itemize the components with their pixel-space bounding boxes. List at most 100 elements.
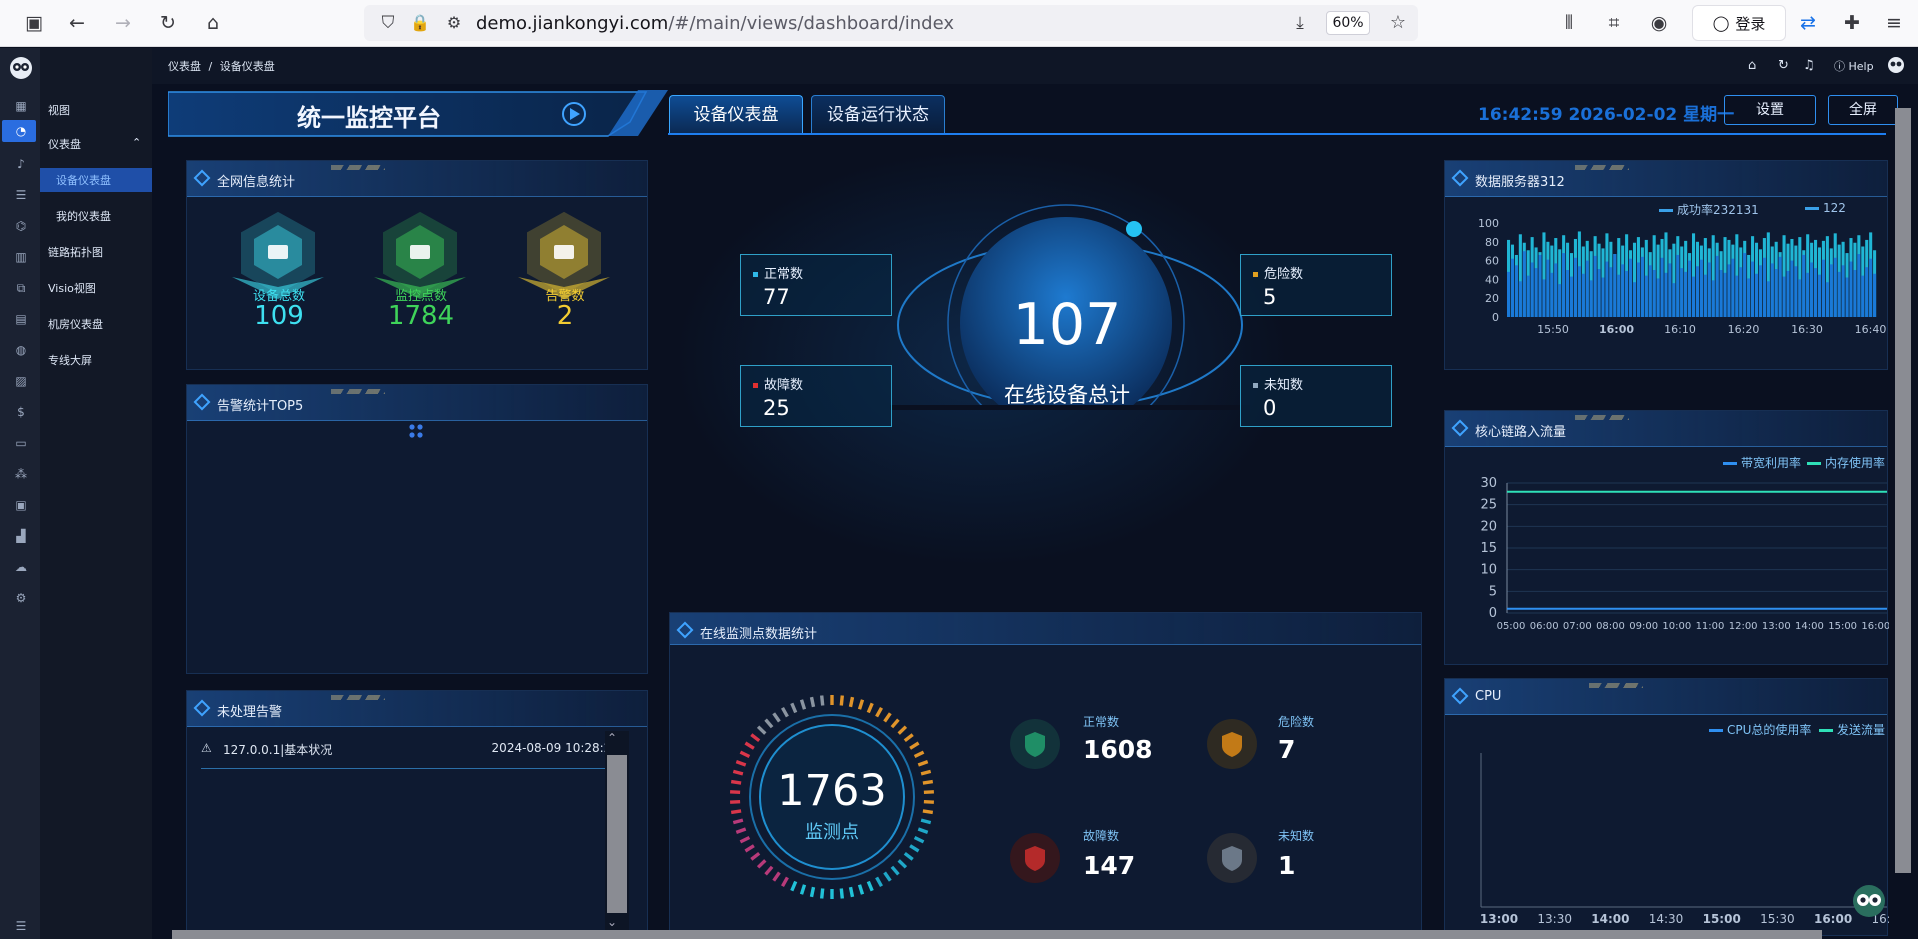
bar-series2	[1845, 277, 1849, 317]
site-settings-icon[interactable]: ⚙	[440, 9, 468, 37]
legend-bandwidth[interactable]: 带宽利用率	[1723, 454, 1801, 471]
legend-label: 发送流量	[1837, 723, 1886, 737]
sidebar-item-1[interactable]: 仪表盘	[48, 136, 81, 152]
scroll-thumb[interactable]	[607, 755, 627, 913]
legend-send-traffic[interactable]: 发送流量	[1819, 721, 1885, 738]
diamond-icon	[676, 621, 694, 639]
hamburger-menu-icon[interactable]: ≡	[1880, 9, 1908, 37]
list-icon[interactable]: ☰	[13, 187, 29, 203]
scroll-up-icon[interactable]: ⌃	[607, 731, 617, 745]
sidebar-item-6[interactable]: 机房仪表盘	[48, 316, 103, 332]
document-icon[interactable]: ▤	[13, 311, 29, 327]
x-tick-label: 15:30	[1760, 912, 1795, 926]
bar-series2	[1593, 255, 1597, 317]
legend-success-rate[interactable]: 成功率232131	[1659, 201, 1759, 218]
danger-label: 危险数	[1264, 267, 1304, 282]
page-vertical-scrollbar[interactable]	[1895, 108, 1911, 873]
sidebar-item-7[interactable]: 专线大屏	[48, 352, 92, 368]
bar-series2	[1680, 268, 1684, 317]
library-icon[interactable]: ⫴	[1555, 9, 1583, 37]
stats-icon[interactable]: ▟	[13, 528, 29, 544]
alarm-top5-panel: 告警统计TOP5	[186, 384, 648, 674]
bar-series2	[1605, 261, 1609, 317]
sync-icon[interactable]: ⇄	[1794, 9, 1822, 37]
assistant-owl-icon[interactable]	[1852, 884, 1886, 918]
download-icon[interactable]: ⤓	[1286, 9, 1314, 37]
bar-series2	[1731, 258, 1735, 317]
scroll-down-icon[interactable]: ⌄	[607, 915, 617, 929]
y-tick-label: 60	[1485, 255, 1499, 268]
home-header-icon[interactable]: ⌂	[1748, 58, 1756, 73]
forward-icon[interactable]: →	[109, 9, 137, 37]
sidebar-item-0[interactable]: 视图	[48, 102, 70, 118]
dollar-icon[interactable]: $	[13, 404, 29, 420]
refresh-header-icon[interactable]: ↻	[1778, 58, 1789, 73]
panel-title: 告警统计TOP5	[217, 399, 304, 414]
cloud-icon[interactable]: ☁	[13, 559, 29, 575]
bar-series2	[1692, 276, 1696, 317]
reload-icon[interactable]: ↻	[154, 9, 182, 37]
points-unknown-label: 未知数	[1278, 829, 1315, 843]
settings-button[interactable]: 设置	[1724, 95, 1816, 125]
bar-series2	[1613, 254, 1617, 317]
settings-gear-icon[interactable]: ⚙	[13, 590, 29, 606]
table-row[interactable]: ⚠ 127.0.0.1|基本状况 2024-08-09 10:28:26	[201, 741, 619, 769]
loading-spinner-icon	[409, 424, 423, 438]
legend-122[interactable]: 122	[1805, 201, 1846, 215]
screenshot-icon[interactable]: ⌗	[1600, 9, 1628, 37]
help-link[interactable]: ⓘ Help	[1834, 58, 1874, 74]
cluster-icon[interactable]: ⁂	[13, 466, 29, 482]
unhandled-alarm-panel: 未处理告警 ⚠ 127.0.0.1|基本状况 2024-08-09 10:28:…	[186, 690, 648, 935]
legend-swatch	[1709, 729, 1723, 732]
bar-series2	[1550, 272, 1554, 317]
normal-value: 77	[763, 285, 790, 309]
alarm-list-scrollbar[interactable]: ⌃ ⌄	[605, 731, 629, 931]
back-icon[interactable]: ←	[63, 9, 91, 37]
pie-chart-icon[interactable]: ◔	[13, 123, 29, 139]
sidebar-toggle-icon[interactable]: ▣	[20, 9, 48, 37]
y-tick-label: 10	[1480, 563, 1497, 578]
legend-memory[interactable]: 内存使用率	[1807, 454, 1885, 471]
submenu-caret-icon[interactable]: ⌃	[132, 136, 141, 149]
bell-icon[interactable]: ♪	[13, 156, 29, 172]
collapse-menu-icon[interactable]: ☰	[13, 918, 29, 934]
alarm-time: 2024-08-09 10:28:26	[491, 741, 619, 755]
address-bar[interactable]: ⛉ 🔒 ⚙ demo.jiankongyi.com/#/main/views/d…	[364, 5, 1418, 41]
x-tick-label: 16:00	[1599, 323, 1634, 336]
zoom-level[interactable]: 60%	[1326, 11, 1370, 35]
user-avatar[interactable]	[1887, 56, 1905, 74]
bar-series2	[1538, 254, 1542, 317]
building-icon[interactable]: ▨	[13, 373, 29, 389]
sidebar-item-4[interactable]: 链路拓扑图	[48, 244, 103, 260]
breadcrumb-dashboard[interactable]: 仪表盘	[168, 60, 201, 73]
home-icon[interactable]: ⌂	[199, 9, 227, 37]
y-tick-label: 5	[1489, 584, 1497, 599]
sidebar-item-2[interactable]: 设备仪表盘	[40, 168, 152, 192]
network-icon[interactable]: ⌬	[13, 218, 29, 234]
extensions-icon[interactable]: ✚	[1838, 9, 1866, 37]
tab-device-dashboard[interactable]: 设备仪表盘	[669, 95, 803, 133]
report-icon[interactable]: ▣	[13, 497, 29, 513]
monitor-icon[interactable]: ▭	[13, 435, 29, 451]
tab-device-status[interactable]: 设备运行状态	[811, 95, 945, 133]
bar-series2	[1546, 259, 1550, 317]
topology-icon[interactable]: ⧉	[13, 280, 29, 296]
lock-icon[interactable]: 🔒	[406, 9, 434, 37]
globe-icon[interactable]: ◍	[13, 342, 29, 358]
url-text[interactable]: demo.jiankongyi.com/#/main/views/dashboa…	[476, 13, 954, 34]
chat-icon[interactable]: ◉	[1645, 9, 1673, 37]
account-login-button[interactable]: ◯ 登录	[1692, 5, 1786, 41]
bookmark-star-icon[interactable]: ☆	[1384, 9, 1412, 37]
notification-bell-icon[interactable]: ♫	[1803, 58, 1815, 73]
x-tick-label: 16:40	[1855, 323, 1887, 336]
legend-cpu-usage[interactable]: CPU总的使用率	[1709, 721, 1811, 738]
panel-header: 全网信息统计	[187, 161, 647, 197]
help-label: Help	[1848, 60, 1874, 73]
shield-icon[interactable]: ⛉	[374, 9, 402, 37]
dashboard-grid-icon[interactable]: ▦	[13, 98, 29, 114]
fullscreen-button[interactable]: 全屏	[1828, 95, 1898, 125]
page-horizontal-scrollbar[interactable]	[172, 930, 1822, 939]
sidebar-item-3[interactable]: 我的仪表盘	[56, 208, 111, 224]
sidebar-item-5[interactable]: Visio视图	[48, 280, 96, 296]
bar-chart-icon[interactable]: ▥	[13, 249, 29, 265]
